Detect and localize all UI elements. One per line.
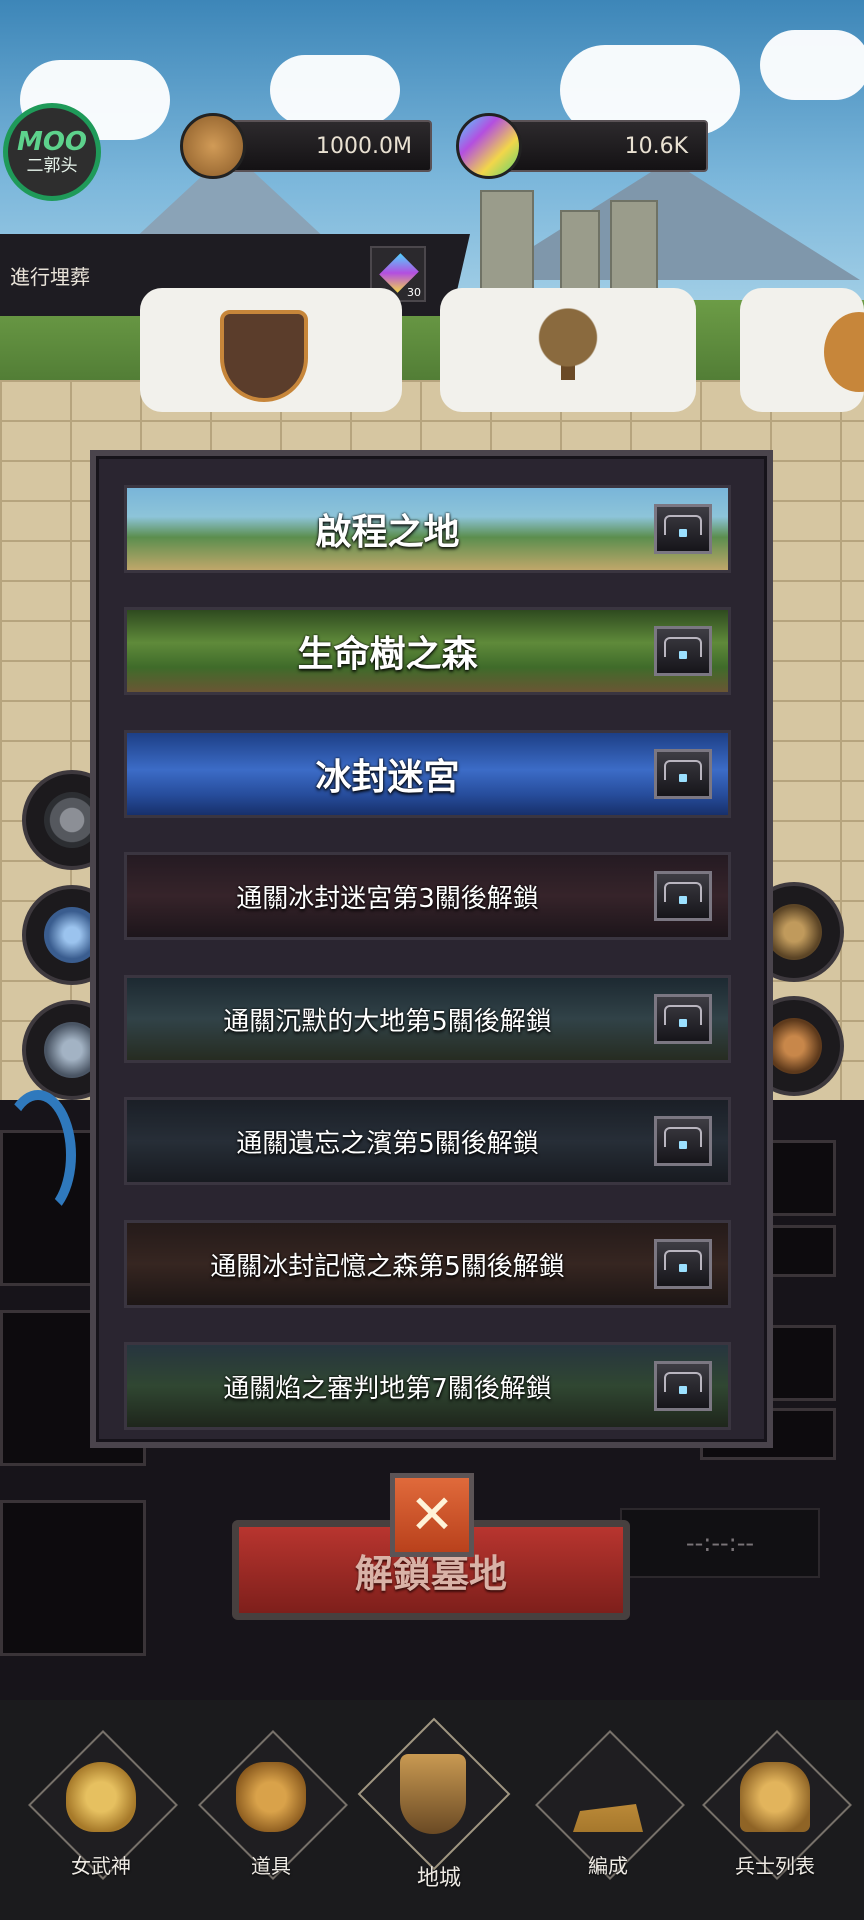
stage-item-locked[interactable]: 通關焰之審判地第7關後解鎖 xyxy=(124,1342,731,1430)
stage-unlock-hint: 通關冰封迷宮第3關後解鎖 xyxy=(236,883,539,914)
item-bag-icon xyxy=(236,1762,306,1832)
treasure-chest-icon[interactable] xyxy=(654,1239,712,1289)
element-shield-icon xyxy=(220,310,308,402)
logo-subtext: 二郭头 xyxy=(26,156,78,176)
nav-label: 兵士列表 xyxy=(735,1854,815,1878)
shield-emblem-icon xyxy=(824,312,864,392)
stage-item[interactable]: 啟程之地 xyxy=(124,485,731,573)
stage-title: 啟程之地 xyxy=(315,512,460,553)
treasure-chest-icon[interactable] xyxy=(654,504,712,554)
close-icon: ✕ xyxy=(409,1483,455,1546)
nav-dungeon[interactable] xyxy=(352,1712,512,1872)
stage-item-locked[interactable]: 通關遺忘之濱第5關後解鎖 xyxy=(124,1097,731,1185)
treasure-chest-icon[interactable] xyxy=(654,1116,712,1166)
stage-item[interactable]: 生命樹之森 xyxy=(124,607,731,695)
stage-unlock-hint: 通關冰封記憶之森第5關後解鎖 xyxy=(210,1251,565,1282)
dungeon-shield-icon xyxy=(400,1754,466,1834)
stage-item-locked[interactable]: 通關冰封迷宮第3關後解鎖 xyxy=(124,852,731,940)
nav-label: 編成 xyxy=(588,1854,628,1878)
stage-item-locked[interactable]: 通關沉默的大地第5關後解鎖 xyxy=(124,975,731,1063)
logo-text: MOO xyxy=(16,127,88,157)
burial-label: 進行埋葬 xyxy=(10,264,90,289)
stage-unlock-hint: 通關沉默的大地第5關後解鎖 xyxy=(223,1006,552,1037)
close-button[interactable]: ✕ xyxy=(390,1473,474,1557)
nav-label: 女武神 xyxy=(71,1854,131,1878)
gem-value: 10.6K xyxy=(624,133,688,159)
channel-logo: MOO 二郭头 xyxy=(3,103,101,201)
stage-item-locked[interactable]: 通關冰封記憶之森第5關後解鎖 xyxy=(124,1220,731,1308)
treasure-chest-icon[interactable] xyxy=(654,749,712,799)
nav-label: 道具 xyxy=(251,1854,291,1878)
timer-display: --:--:-- xyxy=(620,1508,820,1578)
treasure-chest-icon[interactable] xyxy=(654,871,712,921)
world-tree-icon xyxy=(528,306,608,396)
gold-value: 1000.0M xyxy=(316,133,412,159)
treasure-chest-icon[interactable] xyxy=(654,1361,712,1411)
stage-unlock-hint: 通關焰之審判地第7關後解鎖 xyxy=(223,1373,552,1404)
burial-gem-count: 30 xyxy=(407,286,421,299)
slot-panel xyxy=(0,1500,146,1656)
soldier-list-icon xyxy=(740,1762,810,1832)
rainbow-gem-icon xyxy=(456,113,522,179)
valkyrie-helmet-icon xyxy=(66,1762,136,1832)
nav-label-selected: 地城 xyxy=(416,1866,461,1891)
treasure-chest-icon[interactable] xyxy=(654,626,712,676)
flame-wing-icon xyxy=(766,1018,822,1074)
golden-crest-icon xyxy=(766,904,822,960)
stage-title: 生命樹之森 xyxy=(297,634,478,675)
world-tree-bubble[interactable] xyxy=(440,288,696,412)
stage-title: 冰封迷宮 xyxy=(315,757,460,798)
gear-bubble[interactable] xyxy=(740,288,864,412)
element-bubble[interactable] xyxy=(140,288,402,412)
treasure-chest-icon[interactable] xyxy=(654,994,712,1044)
progress-ring xyxy=(0,1090,76,1220)
gem-counter[interactable]: 10.6K xyxy=(490,120,708,172)
gold-coin-icon xyxy=(180,113,246,179)
stage-item[interactable]: 冰封迷宮 xyxy=(124,730,731,818)
stage-unlock-hint: 通關遺忘之濱第5關後解鎖 xyxy=(236,1128,539,1159)
